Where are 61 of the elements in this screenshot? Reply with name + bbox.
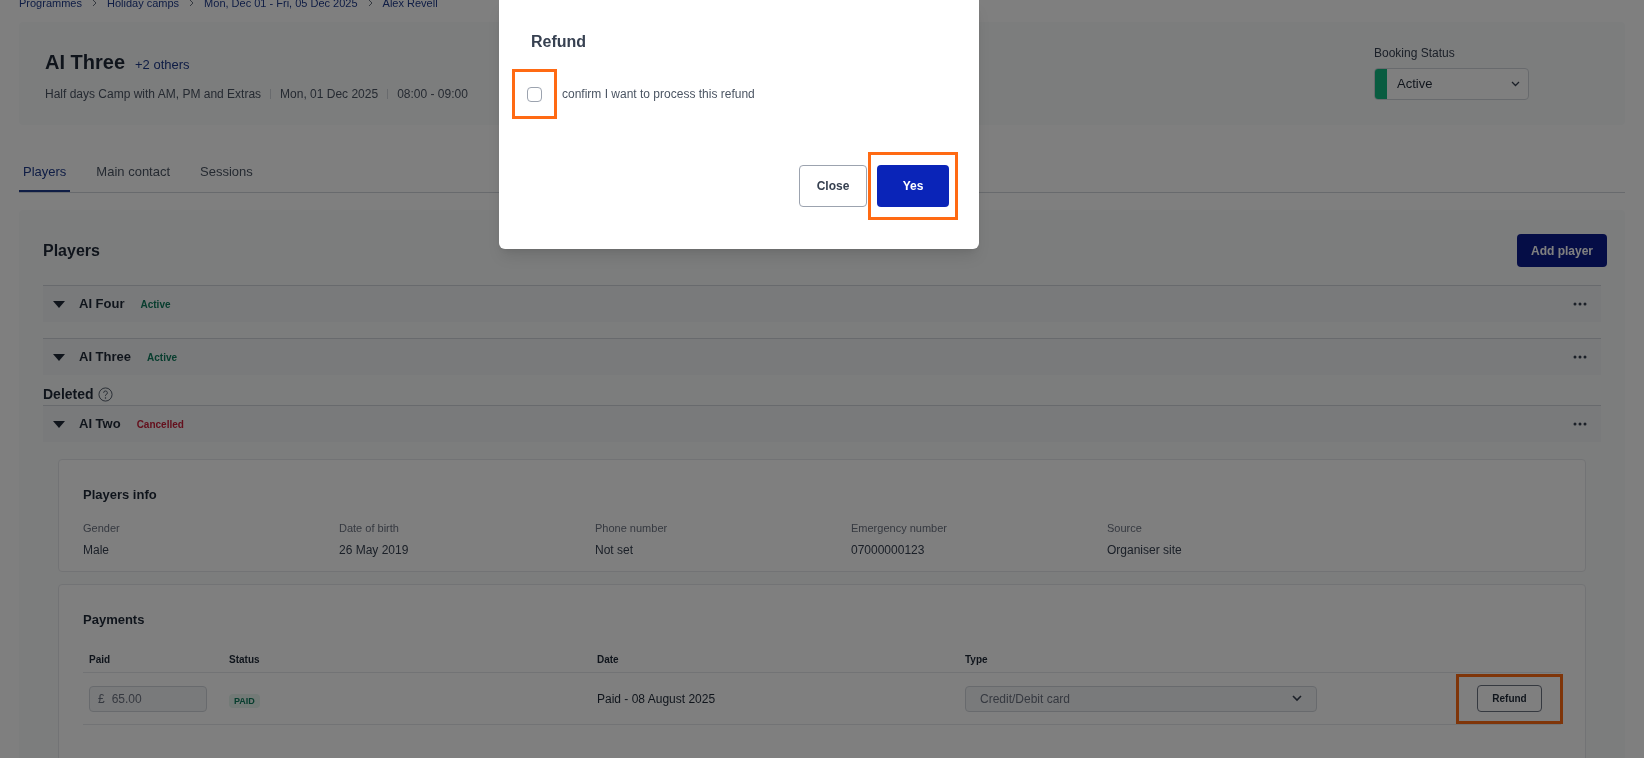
player-name: AI Two [79,415,121,434]
confirm-button[interactable]: Yes [877,165,949,207]
status-label: Active [147,350,178,365]
more-icon[interactable] [1573,355,1587,359]
chevron-right-icon [189,0,195,7]
refund-button[interactable]: Refund [1477,685,1542,712]
column-header: Paid [89,653,112,667]
field-label: Emergency number [851,521,948,536]
column-header: Status [229,653,261,667]
type-select[interactable]: Credit/Debit card [965,685,1317,712]
section-label: Deleted [43,384,94,404]
close-button[interactable]: Close [799,165,867,207]
field-label: Booking Status [1374,45,1456,62]
dialog-title: Refund [531,32,588,52]
field-value: Organiser site [1107,541,1183,559]
tab[interactable]: Players [19,153,71,192]
status-select[interactable]: Active [1374,68,1529,100]
paid-badge: PAID [229,693,260,708]
column-header: Type [965,653,989,667]
player-name: AI Four [79,295,125,314]
column-header: Date [597,653,620,667]
booking-detail: Half days Camp with AM, PM and Extras [45,86,262,103]
breadcrumb-link[interactable]: Programmes [19,0,82,12]
add-player-button[interactable]: Add player [1517,234,1607,267]
booking-detail: 08:00 - 09:00 [397,86,468,103]
caret-icon [53,353,65,361]
tab[interactable]: Sessions [196,153,257,192]
field-value: 07000000123 [851,541,926,559]
player-row[interactable]: AI Four Active [43,285,1601,322]
more-icon[interactable] [1573,422,1587,426]
chevron-down-icon [1511,81,1520,87]
caret-icon [53,300,65,308]
field-label: Gender [83,521,121,536]
tab[interactable]: Main contact [92,153,175,192]
help-icon[interactable] [97,386,113,402]
amount-field[interactable]: £ 65.00 [89,685,207,712]
card-title: Payments [83,612,145,627]
caret-icon [53,420,65,428]
field-label: Date of birth [339,521,400,536]
section-title: Players [43,240,100,261]
chevron-down-icon [1292,695,1302,702]
chevron-right-icon [91,0,97,7]
field-label: Source [1107,521,1143,536]
field-value: Not set [595,541,634,559]
field-label: Phone number [595,521,669,536]
more-icon[interactable] [1573,302,1587,306]
player-name: AI Three [79,348,131,367]
field-value: Male [83,541,110,559]
player-row[interactable]: AI Two Cancelled [43,405,1601,442]
checkbox-label: confirm I want to process this refund [562,86,755,103]
status-label: Active [140,297,171,312]
field-value: 26 May 2019 [339,541,410,559]
player-row[interactable]: AI Three Active [43,338,1601,375]
checkbox[interactable] [527,86,542,102]
booking-title: AI Three [45,50,126,75]
others-link[interactable]: +2 others [135,55,190,75]
status-label: Cancelled [136,417,184,432]
payment-date: Paid - 08 August 2025 [597,690,717,708]
card-title: Players info [83,487,157,502]
chevron-right-icon [367,0,373,7]
booking-detail: Mon, 01 Dec 2025 [280,86,379,103]
